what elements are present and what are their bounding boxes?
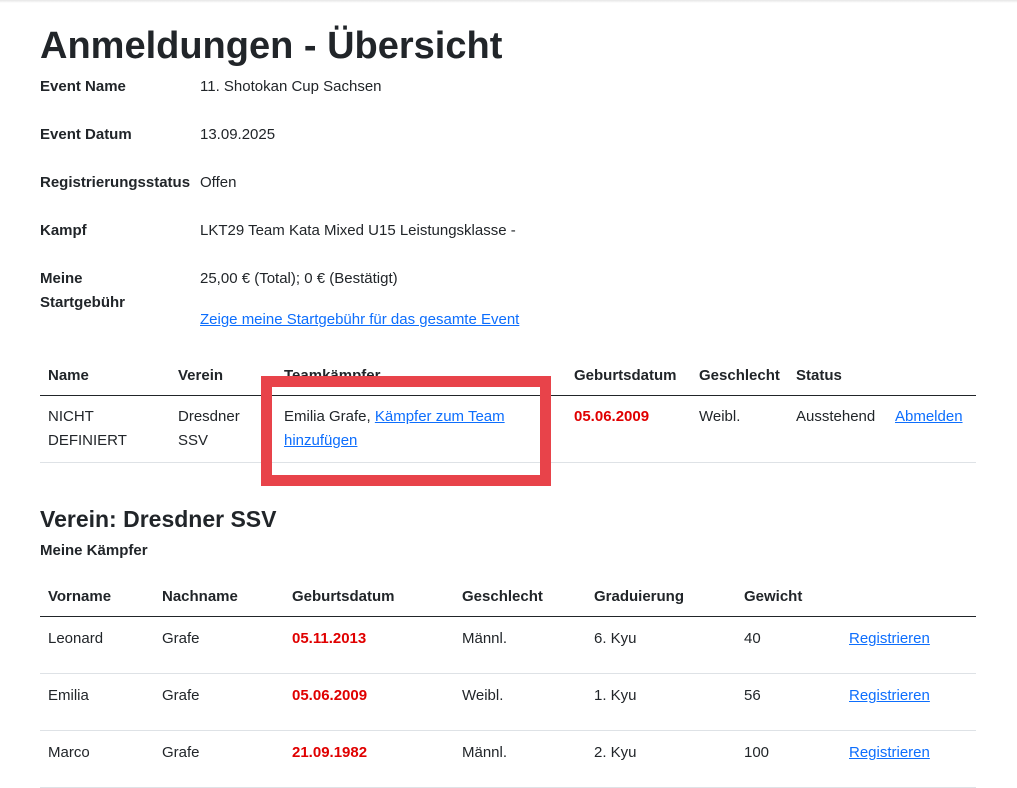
cell-birthdate: 21.09.1982 <box>284 730 454 788</box>
cell-grade: 1. Kyu <box>586 673 736 731</box>
col-geburtsdatum: Geburtsdatum <box>566 355 691 396</box>
name-line-1: NICHT <box>48 408 94 425</box>
fee-label: Meine Startgebühr <box>40 267 200 315</box>
verein-line-2: SSV <box>178 432 209 449</box>
cell-weight: 56 <box>736 673 841 731</box>
table-row: Leonard Grafe 05.11.2013 Männl. 6. Kyu 4… <box>40 616 976 674</box>
club-heading: Verein: Dresdner SSV <box>40 506 277 532</box>
add-fighter-to-team-link-cont[interactable]: hinzufügen <box>284 432 357 449</box>
cell-gender: Weibl. <box>691 395 788 463</box>
cell-action: Abmelden <box>887 395 976 463</box>
col-vorname: Vorname <box>40 576 154 617</box>
cell-first-name: Marco <box>40 730 154 788</box>
kampf-label: Kampf <box>40 222 87 239</box>
cell-action: Registrieren <box>841 730 976 788</box>
event-date-label: Event Datum <box>40 126 132 143</box>
cell-first-name: Emilia <box>40 673 154 731</box>
add-fighter-to-team-link[interactable]: Kämpfer zum Team <box>375 408 505 425</box>
col-action <box>887 355 976 396</box>
cell-last-name: Grafe <box>154 730 284 788</box>
register-button[interactable]: Registrieren <box>849 687 930 704</box>
fee-label-line-1: Meine <box>40 270 83 287</box>
col-graduierung: Graduierung <box>586 576 736 617</box>
cell-name: NICHT DEFINIERT <box>40 395 170 463</box>
col-action <box>841 576 976 617</box>
cell-birthdate: 05.06.2009 <box>566 395 691 463</box>
col-status: Status <box>788 355 887 396</box>
cell-last-name: Grafe <box>154 673 284 731</box>
registration-table-header: Name Verein Teamkämpfer Geburtsdatum Ges… <box>40 355 976 396</box>
col-geschlecht: Geschlecht <box>454 576 586 617</box>
registration-status-value: Offen <box>200 174 237 191</box>
cell-teamkaempfer: Emilia Grafe, Kämpfer zum Team hinzufüge… <box>276 395 566 463</box>
col-geburtsdatum: Geburtsdatum <box>284 576 454 617</box>
my-fighters-subtitle: Meine Kämpfer <box>40 542 148 559</box>
col-geschlecht: Geschlecht <box>691 355 788 396</box>
registration-table: Name Verein Teamkämpfer Geburtsdatum Ges… <box>40 355 976 463</box>
cell-gender: Männl. <box>454 616 586 674</box>
cell-last-name: Grafe <box>154 616 284 674</box>
fee-value: 25,00 € (Total); 0 € (Bestätigt) <box>200 270 398 287</box>
cell-grade: 2. Kyu <box>586 730 736 788</box>
col-nachname: Nachname <box>154 576 284 617</box>
table-row: Marco Grafe 21.09.1982 Männl. 2. Kyu 100… <box>40 730 976 788</box>
name-line-2: DEFINIERT <box>48 432 127 449</box>
top-shadow <box>0 0 1017 3</box>
col-verein: Verein <box>170 355 276 396</box>
fighters-table: Vorname Nachname Geburtsdatum Geschlecht… <box>40 576 976 788</box>
cell-grade: 6. Kyu <box>586 616 736 674</box>
page-title: Anmeldungen - Übersicht <box>40 25 503 67</box>
cell-status: Ausstehend <box>788 395 887 463</box>
fighters-table-header: Vorname Nachname Geburtsdatum Geschlecht… <box>40 576 976 617</box>
cell-gender: Männl. <box>454 730 586 788</box>
registration-status-label: Registrierungsstatus <box>40 174 191 191</box>
cell-action: Registrieren <box>841 616 976 674</box>
col-gewicht: Gewicht <box>736 576 841 617</box>
register-button[interactable]: Registrieren <box>849 630 930 647</box>
team-member-name: Emilia Grafe, <box>284 408 375 425</box>
show-total-fee-link[interactable]: Zeige meine Startgebühr für das gesamte … <box>200 308 519 332</box>
event-name-label: Event Name <box>40 78 126 95</box>
cell-birthdate: 05.11.2013 <box>284 616 454 674</box>
unregister-link[interactable]: Abmelden <box>895 408 963 425</box>
table-row: Emilia Grafe 05.06.2009 Weibl. 1. Kyu 56… <box>40 673 976 731</box>
cell-weight: 100 <box>736 730 841 788</box>
cell-first-name: Leonard <box>40 616 154 674</box>
cell-gender: Weibl. <box>454 673 586 731</box>
registration-row: NICHT DEFINIERT Dresdner SSV Emilia Graf… <box>40 395 976 463</box>
verein-line-1: Dresdner <box>178 408 240 425</box>
register-button[interactable]: Registrieren <box>849 744 930 761</box>
event-name-value: 11. Shotokan Cup Sachsen <box>200 78 382 95</box>
cell-action: Registrieren <box>841 673 976 731</box>
col-teamkaempfer: Teamkämpfer <box>276 355 566 396</box>
kampf-value: LKT29 Team Kata Mixed U15 Leistungsklass… <box>200 222 516 239</box>
cell-birthdate: 05.06.2009 <box>284 673 454 731</box>
fee-label-line-2: Startgebühr <box>40 294 126 311</box>
cell-verein: Dresdner SSV <box>170 395 276 463</box>
cell-weight: 40 <box>736 616 841 674</box>
col-name: Name <box>40 355 170 396</box>
event-date-value: 13.09.2025 <box>200 126 276 143</box>
